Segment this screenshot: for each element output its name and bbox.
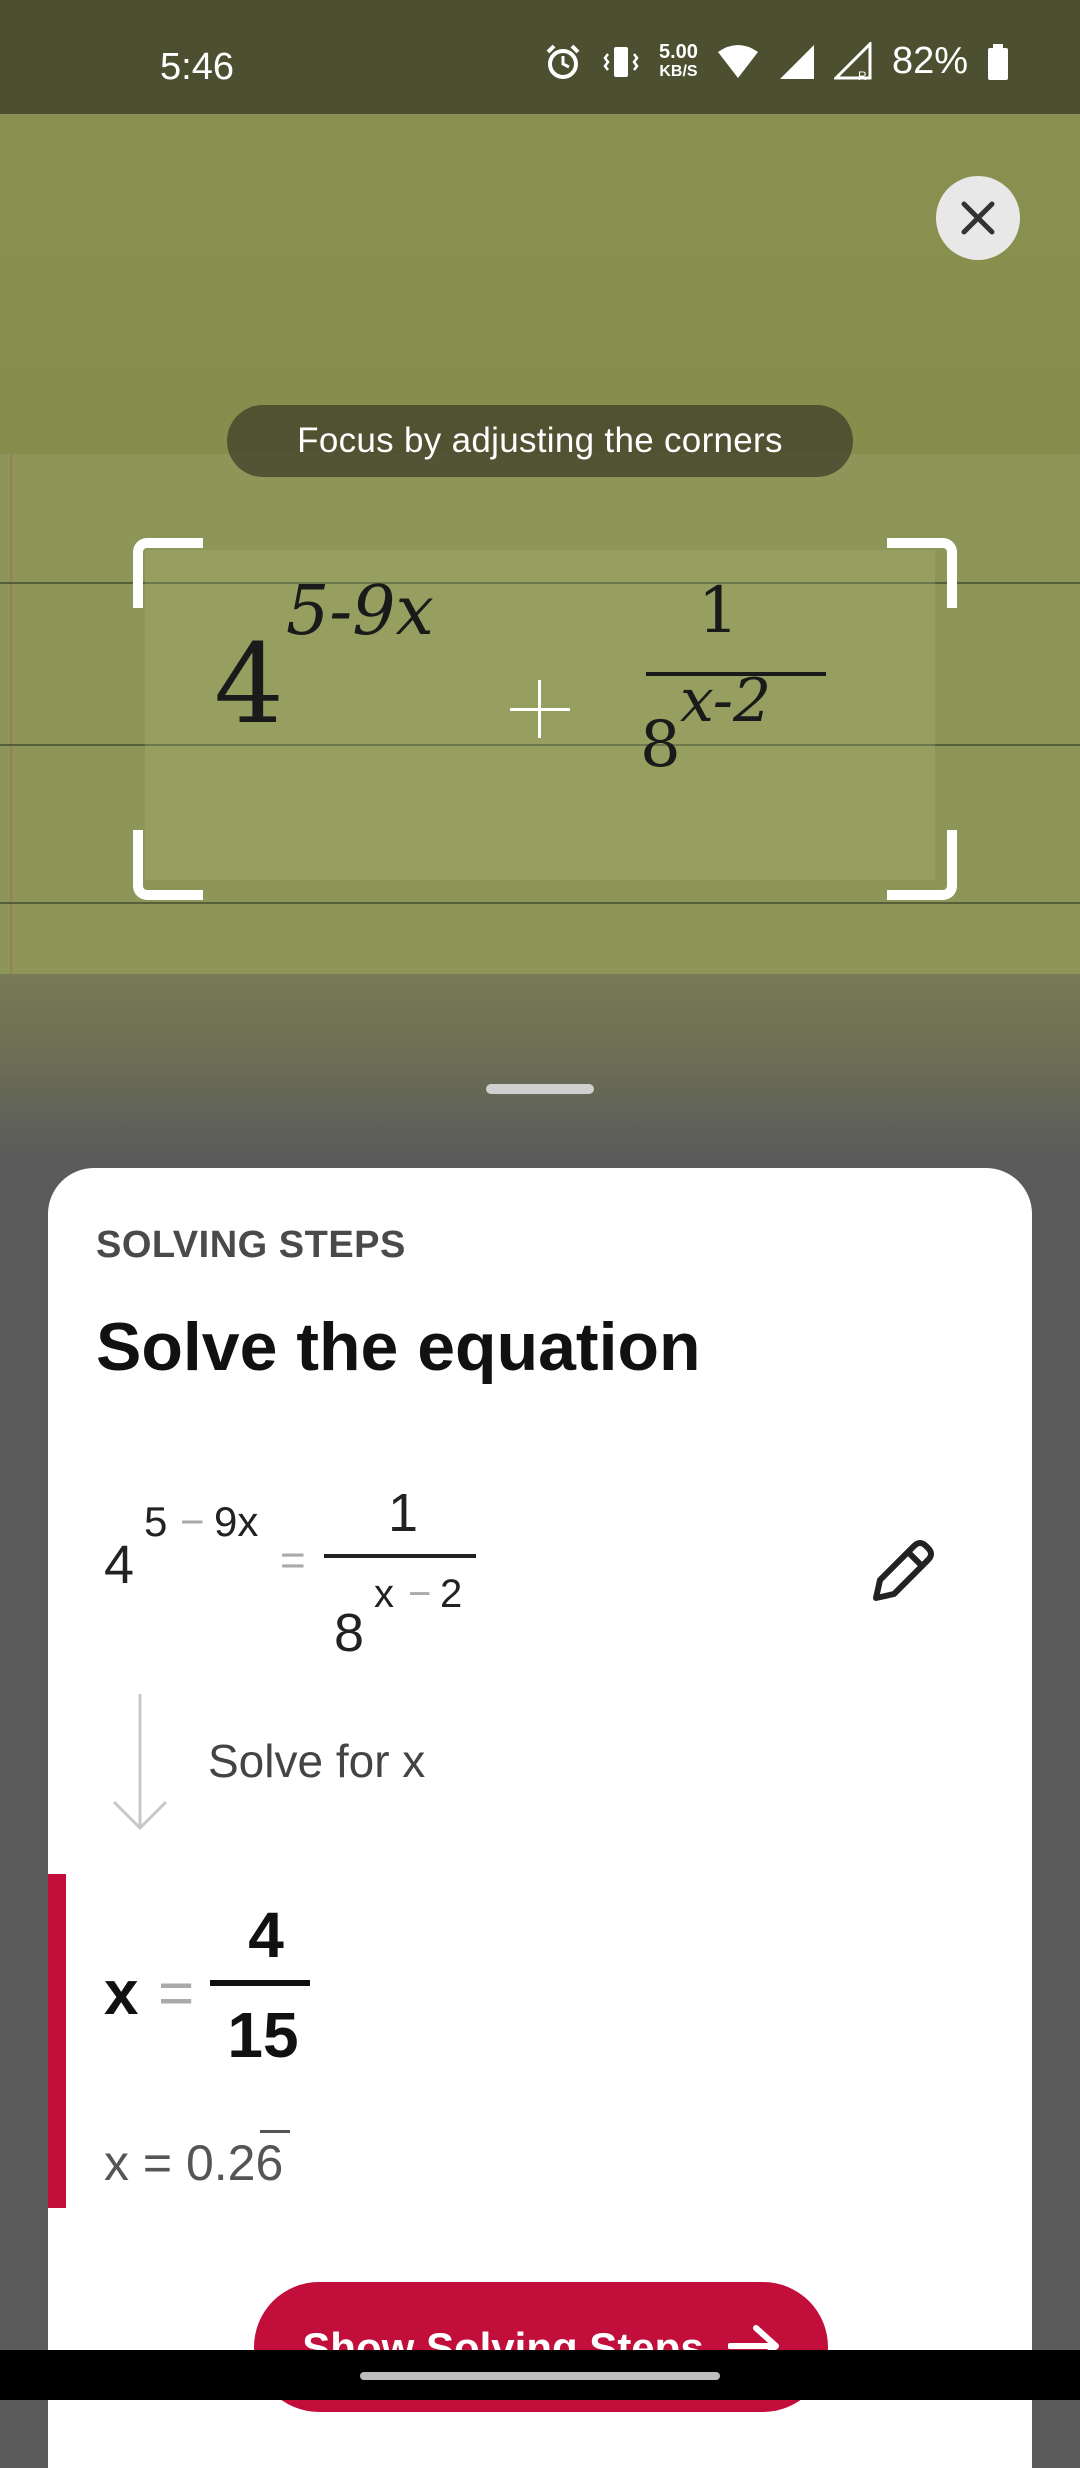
repeating-decimal-bar — [260, 2130, 290, 2133]
hw-denominator-base: 8 — [640, 708, 681, 782]
section-label: SOLVING STEPS — [96, 1224, 406, 1266]
handwritten-equation: 4 5-9x 1 8 x-2 — [200, 572, 900, 864]
eq-equals: = — [280, 1536, 306, 1585]
crop-corner-top-left[interactable] — [133, 538, 203, 608]
signal-roaming-icon: R — [833, 41, 872, 82]
eq-exponent-op: − — [180, 1498, 205, 1545]
eq-exponent-b: 9x — [214, 1498, 259, 1545]
crosshair — [538, 680, 541, 738]
pencil-icon — [873, 1540, 934, 1601]
page-title: Solve the equation — [96, 1309, 701, 1385]
battery-icon — [988, 43, 1008, 80]
eq-numerator: 1 — [388, 1483, 419, 1543]
signal-icon — [779, 44, 814, 79]
result-denominator: 15 — [227, 1999, 299, 2071]
net-speed-value: 5.00 — [659, 40, 698, 63]
home-gesture-handle[interactable] — [360, 2372, 720, 2380]
result-decimal-repeat: 6 — [255, 2135, 284, 2191]
result-accent-bar — [48, 1874, 66, 2208]
close-icon — [961, 201, 995, 235]
svg-text:R: R — [858, 69, 867, 82]
eq-denominator-base: 8 — [334, 1603, 365, 1663]
status-icons: 5.00 KB/S R 82% — [543, 40, 1010, 83]
crop-corner-bottom-left[interactable] — [133, 830, 203, 900]
solving-steps-sheet: SOLVING STEPS Solve the equation 4 5 − 9… — [48, 1168, 1032, 2468]
crop-corner-bottom-right[interactable] — [887, 830, 957, 900]
edit-button[interactable] — [866, 1534, 940, 1608]
net-speed: 5.00 KB/S — [659, 42, 698, 82]
camera-viewfinder[interactable]: 4 5-9x 1 8 x-2 Focus by adjusting the co… — [0, 114, 1080, 1154]
hw-exponent: 5-9x — [286, 572, 434, 651]
status-bar: 5:46 5.00 KB/S R 82% — [0, 0, 1080, 114]
crop-corner-top-right[interactable] — [887, 538, 957, 608]
paper-rule — [0, 902, 1080, 904]
eq-base: 4 — [104, 1535, 135, 1595]
step-label: Solve for x — [208, 1735, 426, 1787]
hw-denominator-exponent: x-2 — [680, 666, 772, 736]
eq-fraction-line — [324, 1554, 476, 1558]
result-fraction-line — [210, 1980, 310, 1986]
battery-percent: 82% — [891, 40, 968, 82]
result-variable: x — [104, 1959, 139, 2028]
focus-hint: Focus by adjusting the corners — [227, 405, 853, 477]
net-speed-unit: KB/S — [659, 62, 698, 80]
step-arrow-icon — [112, 1694, 168, 1831]
eq-denominator-exp-op: − — [408, 1572, 432, 1616]
paper-margin-line — [10, 454, 12, 974]
result-decimal: x = 0.26 — [104, 2134, 283, 2192]
status-time: 5:46 — [160, 46, 234, 88]
eq-denominator-exp-a: x — [374, 1572, 394, 1616]
vibrate-icon — [603, 46, 639, 77]
close-button[interactable] — [936, 176, 1020, 260]
sheet-drag-handle[interactable] — [486, 1084, 594, 1094]
result-equals: = — [158, 1959, 195, 2028]
alarm-icon — [546, 44, 580, 79]
result-numerator: 4 — [248, 1899, 284, 1971]
eq-denominator-exp-b: 2 — [440, 1572, 463, 1616]
result-decimal-prefix: x = 0.2 — [104, 2135, 256, 2191]
hw-numerator: 1 — [698, 574, 739, 648]
hw-base: 4 — [214, 620, 284, 748]
wifi-icon — [717, 44, 758, 78]
eq-exponent-a: 5 — [144, 1498, 168, 1545]
